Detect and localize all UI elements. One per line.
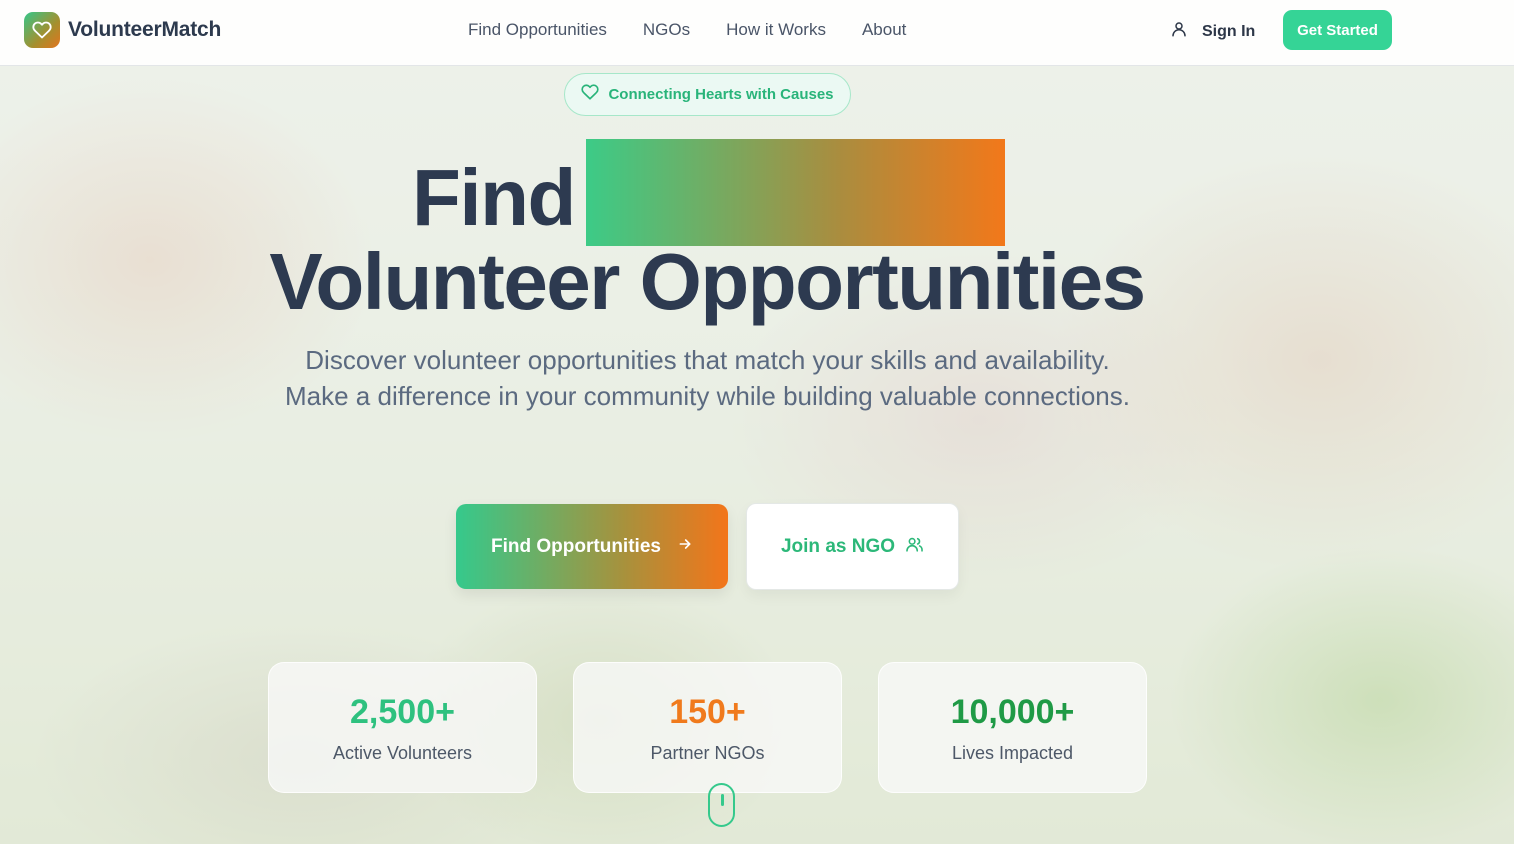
nav-link-how-it-works[interactable]: How it Works [726,20,826,40]
nav-link-about[interactable]: About [862,20,906,40]
nav-link-find-opportunities[interactable]: Find Opportunities [468,20,607,40]
stat-value: 2,500+ [350,693,455,731]
mouse-scroll-icon [720,794,724,806]
stat-card-lives: 10,000+ Lives Impacted [878,662,1147,793]
hero-title-line1: Find [412,153,576,242]
heart-icon [24,12,60,48]
get-started-button[interactable]: Get Started [1283,10,1392,50]
scroll-down-indicator[interactable] [708,783,735,827]
users-icon [905,535,924,559]
stat-card-volunteers: 2,500+ Active Volunteers [268,662,537,793]
hero-badge: Connecting Hearts with Causes [564,73,851,116]
sign-in-button[interactable]: Sign In [1170,20,1255,43]
hero-title-line2: Volunteer Opportunities [269,237,1146,326]
heart-icon [581,83,600,106]
hero-title-gradient-highlight [586,139,1005,246]
badge-text: Connecting Hearts with Causes [608,86,834,103]
stat-label: Lives Impacted [951,743,1074,763]
join-as-ngo-button[interactable]: Join as NGO [746,503,959,590]
hero-subtitle: Discover volunteer opportunities that ma… [285,345,1130,411]
stat-value: 150+ [669,693,746,731]
nav-links: Find Opportunities NGOs How it Works Abo… [468,20,906,40]
join-as-ngo-label: Join as NGO [780,535,896,557]
stat-label: Active Volunteers [332,743,473,763]
find-opportunities-label: Find Opportunities [491,535,661,557]
arrow-right-icon [677,536,693,557]
stat-value: 10,000+ [950,693,1075,731]
brand-logo[interactable]: VolunteerMatch [24,12,221,48]
brand-name: VolunteerMatch [68,18,222,41]
stat-card-ngos: 150+ Partner NGOs [573,662,842,793]
sign-in-label: Sign In [1202,22,1256,40]
top-navbar: VolunteerMatch Find Opportunities NGOs H… [0,0,1514,66]
nav-link-ngos[interactable]: NGOs [643,20,690,40]
user-icon [1170,20,1188,43]
find-opportunities-button[interactable]: Find Opportunities [456,504,728,589]
stat-label: Partner NGOs [650,743,765,763]
